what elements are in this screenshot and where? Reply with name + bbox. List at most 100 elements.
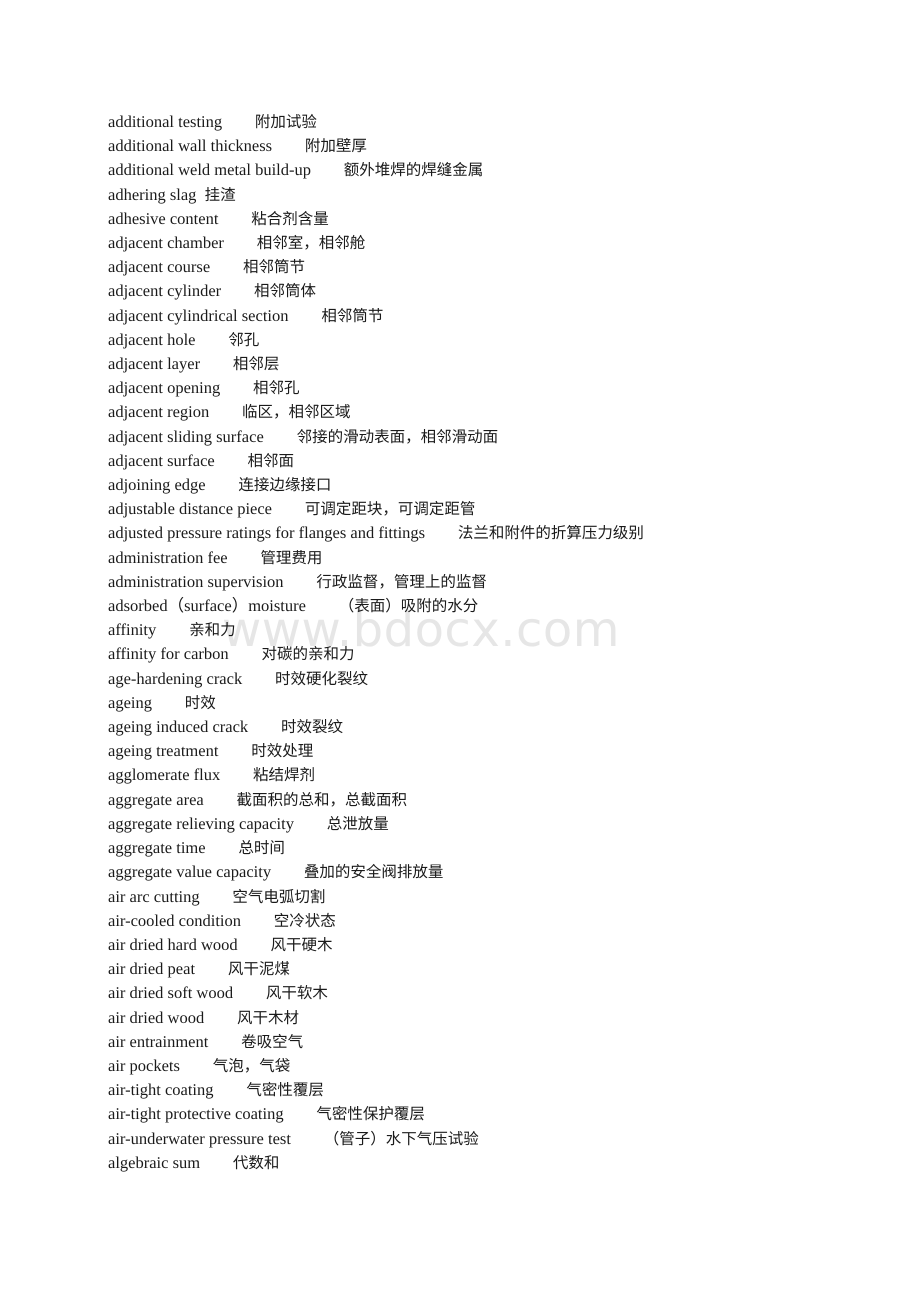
- entry-gloss: 邻接的滑动表面，相邻滑动面: [296, 427, 499, 446]
- glossary-entry: adjacent region 临区，相邻区域: [108, 400, 868, 424]
- entry-term: air-cooled condition: [108, 910, 241, 930]
- entry-term: adhesive content: [108, 208, 219, 228]
- glossary-entry: age-hardening crack 时效硬化裂纹: [108, 667, 868, 691]
- glossary-entry: adjacent cylindrical section 相邻筒节: [108, 304, 868, 328]
- entry-term: agglomerate flux: [108, 765, 221, 785]
- entry-gloss: 气密性覆层: [246, 1081, 324, 1100]
- entry-term: additional testing: [108, 112, 223, 131]
- entry-gloss: （表面）吸附的水分: [338, 597, 479, 616]
- entry-term: aggregate relieving capacity: [108, 813, 294, 833]
- glossary-entry: administration supervision 行政监督，管理上的监督: [108, 570, 868, 594]
- glossary-entry: adjacent cylinder 相邻筒体: [108, 279, 868, 303]
- glossary-entry: adjacent surface 相邻面: [108, 449, 868, 473]
- glossary-entry: administration fee 管理费用: [108, 546, 868, 570]
- entry-gloss: 空气电弧切割: [232, 887, 326, 906]
- glossary-entry: air-cooled condition 空冷状态: [108, 909, 868, 933]
- glossary-entry: aggregate relieving capacity 总泄放量: [108, 812, 868, 836]
- entry-term: adjacent surface: [108, 450, 215, 470]
- glossary-entry: adjacent opening 相邻孔: [108, 376, 868, 400]
- glossary-entry: aggregate value capacity 叠加的安全阀排放量: [108, 860, 868, 884]
- glossary-entry: additional weld metal build-up 额外堆焊的焊缝金属: [108, 158, 868, 182]
- glossary-entry: air arc cutting 空气电弧切割: [108, 885, 868, 909]
- entry-gloss: 行政监督，管理上的监督: [316, 572, 487, 591]
- glossary-entry: air-tight protective coating 气密性保护覆层: [108, 1102, 868, 1126]
- entry-gloss: 附加试验: [254, 113, 317, 131]
- entry-gloss: 气密性保护覆层: [316, 1105, 425, 1124]
- entry-term: adjacent layer: [108, 354, 201, 374]
- entry-term: aggregate area: [108, 789, 204, 809]
- entry-gloss: 邻孔: [228, 330, 260, 349]
- entry-term: air-underwater pressure test: [108, 1128, 291, 1148]
- glossary-entry: aggregate area 截面积的总和，总截面积: [108, 788, 868, 812]
- entry-term: air arc cutting: [108, 886, 200, 906]
- entry-gloss: 风干泥煤: [227, 960, 290, 979]
- entry-term: administration supervision: [108, 571, 284, 591]
- glossary-entry: air dried soft wood 风干软木: [108, 981, 868, 1005]
- entry-gloss: 临区，相邻区域: [242, 403, 351, 422]
- entry-term: adjacent course: [108, 257, 211, 277]
- entry-term: ageing induced crack: [108, 717, 249, 737]
- entry-gloss: 时效: [184, 693, 216, 712]
- glossary-entry: adjacent chamber 相邻室，相邻舱: [108, 231, 868, 255]
- entry-gloss: 粘合剂含量: [251, 209, 329, 228]
- entry-gloss: 截面积的总和，总截面积: [236, 790, 408, 809]
- entry-term: air dried peat: [108, 959, 196, 979]
- entry-gloss: 附加壁厚: [304, 137, 367, 156]
- glossary-entry: air entrainment 卷吸空气: [108, 1030, 868, 1054]
- entry-term: adjacent opening: [108, 378, 221, 398]
- entry-gloss: 叠加的安全阀排放量: [303, 863, 444, 882]
- glossary-entry: ageing induced crack 时效裂纹: [108, 715, 868, 739]
- glossary-entry: air dried peat 风干泥煤: [108, 957, 868, 981]
- entry-gloss: 相邻孔: [253, 379, 300, 398]
- entry-gloss: 时效硬化裂纹: [275, 669, 369, 688]
- entry-term: adjustable distance piece: [108, 499, 273, 519]
- glossary-entry: ageing treatment 时效处理: [108, 739, 868, 763]
- entry-gloss: 代数和: [232, 1153, 280, 1172]
- entry-gloss: 相邻筒节: [321, 306, 384, 325]
- entry-gloss: （管子）水下气压试验: [323, 1129, 479, 1148]
- entry-gloss: 时效裂纹: [280, 718, 343, 737]
- glossary-entry: adjacent sliding surface 邻接的滑动表面，相邻滑动面: [108, 425, 868, 449]
- entry-gloss: 亲和力: [189, 621, 236, 640]
- entry-term: adjacent hole: [108, 329, 196, 349]
- glossary-entry: adjacent hole 邻孔: [108, 328, 868, 352]
- entry-gloss: 风干硬木: [270, 935, 333, 954]
- glossary-entry: adjacent layer 相邻层: [108, 352, 868, 376]
- glossary-entry: air-tight coating 气密性覆层: [108, 1078, 868, 1102]
- entry-gloss: 粘结焊剂: [253, 766, 316, 785]
- entry-term: administration fee: [108, 547, 228, 567]
- entry-gloss: 相邻面: [247, 451, 295, 470]
- entry-gloss: 总时间: [238, 839, 285, 858]
- glossary-entry: additional testing 附加试验: [108, 110, 868, 134]
- glossary-entry: adjusted pressure ratings for flanges an…: [108, 521, 868, 545]
- entry-term: air-tight protective coating: [108, 1104, 284, 1124]
- glossary-entry: affinity for carbon 对碳的亲和力: [108, 642, 868, 666]
- glossary-entry: aggregate time 总时间: [108, 836, 868, 860]
- glossary-entry: air dried wood 风干木材: [108, 1006, 868, 1030]
- entry-term: ageing treatment: [108, 741, 219, 761]
- entry-term: aggregate time: [108, 838, 206, 858]
- entry-gloss: 时效处理: [251, 742, 314, 761]
- entry-term: adjacent cylindrical section: [108, 305, 289, 325]
- entry-gloss: 对碳的亲和力: [261, 645, 355, 664]
- glossary-entry: air dried hard wood 风干硬木: [108, 933, 868, 957]
- entry-term: additional wall thickness: [108, 136, 273, 156]
- entry-gloss: 卷吸空气: [241, 1032, 304, 1051]
- glossary-entry: adjoining edge 连接边缘接口: [108, 473, 868, 497]
- entry-term: adjacent sliding surface: [108, 426, 264, 446]
- entry-term: air entrainment: [108, 1031, 209, 1051]
- glossary-entry: algebraic sum 代数和: [108, 1151, 868, 1175]
- entry-gloss: 气泡，气袋: [212, 1056, 291, 1075]
- entry-term: ageing: [108, 692, 152, 712]
- entry-term: adjacent region: [108, 402, 210, 422]
- entry-gloss: 相邻筒节: [242, 258, 305, 277]
- glossary-entry: adjustable distance piece 可调定距块，可调定距管: [108, 497, 868, 521]
- entry-term: adhering slag: [108, 184, 197, 204]
- entry-term: air dried hard wood: [108, 934, 238, 954]
- entry-gloss: 空冷状态: [273, 911, 336, 930]
- entry-gloss: 连接边缘接口: [238, 476, 332, 495]
- entry-term: adsorbed（surface）moisture: [108, 596, 306, 616]
- entry-gloss: 管理费用: [260, 548, 323, 567]
- entry-gloss: 挂渣: [204, 185, 236, 204]
- entry-term: adjacent cylinder: [108, 281, 222, 301]
